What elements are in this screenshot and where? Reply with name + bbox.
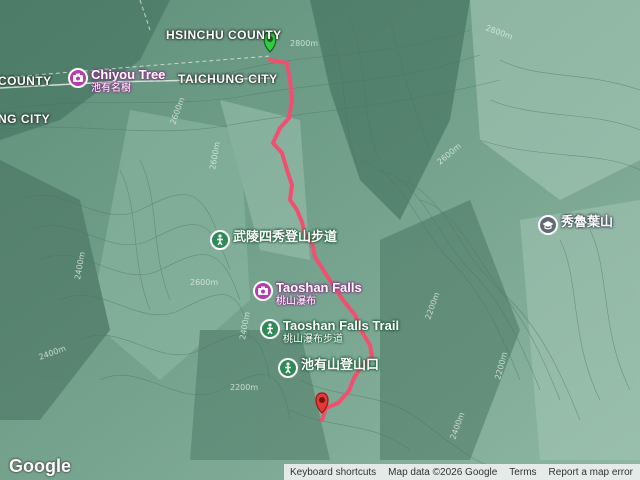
contour-label: 2600m	[190, 278, 218, 287]
city-label-taichung: TAICHUNG CITY	[178, 72, 278, 86]
hiker-icon	[210, 230, 230, 250]
hiker-icon	[260, 319, 280, 339]
map-data-text: Map data ©2026 Google	[388, 466, 498, 478]
poi-name: 池有山登山口	[301, 357, 380, 372]
poi-taoshan-falls[interactable]: Taoshan Falls 桃山瀑布	[253, 281, 362, 309]
poi-name: 秀魯葉山	[561, 214, 614, 229]
poi-name: Taoshan Falls	[276, 280, 362, 295]
poi-chiyou-trailhead[interactable]: 池有山登山口	[278, 358, 379, 378]
poi-subname: 桃山瀑布步道	[283, 334, 343, 345]
camera-icon	[68, 68, 88, 88]
poi-xiuluye-mountain[interactable]: 秀魯葉山	[538, 215, 613, 235]
county-label-left: COUNTY	[0, 74, 52, 88]
camera-icon	[253, 281, 273, 301]
report-error-link[interactable]: Report a map error	[543, 467, 639, 478]
hiker-icon	[278, 358, 298, 378]
contour-label: 2200m	[230, 383, 258, 392]
city-label-left: NG CITY	[0, 112, 51, 126]
poi-subname: 桃山瀑布	[276, 296, 316, 307]
poi-subname: 池有名樹	[91, 83, 131, 94]
poi-taoshan-falls-trail[interactable]: Taoshan Falls Trail 桃山瀑布步道	[260, 319, 399, 347]
poi-name: Taoshan Falls Trail	[283, 318, 400, 333]
contour-label: 2800m	[290, 39, 318, 48]
attribution-bar: Keyboard shortcuts Map data ©2026 Google…	[284, 464, 640, 480]
poi-chiyou-tree[interactable]: Chiyou Tree 池有名樹	[68, 68, 165, 96]
terms-link[interactable]: Terms	[503, 467, 542, 478]
poi-name: Chiyou Tree	[91, 67, 166, 82]
google-logo[interactable]: Google	[9, 456, 71, 477]
county-label-hsinchu: HSINCHU COUNTY	[166, 28, 282, 42]
keyboard-shortcuts-link[interactable]: Keyboard shortcuts	[284, 467, 382, 478]
poi-name: 武陵四秀登山步道	[233, 229, 338, 244]
poi-wuling-trail[interactable]: 武陵四秀登山步道	[210, 230, 337, 250]
school-icon	[538, 215, 558, 235]
